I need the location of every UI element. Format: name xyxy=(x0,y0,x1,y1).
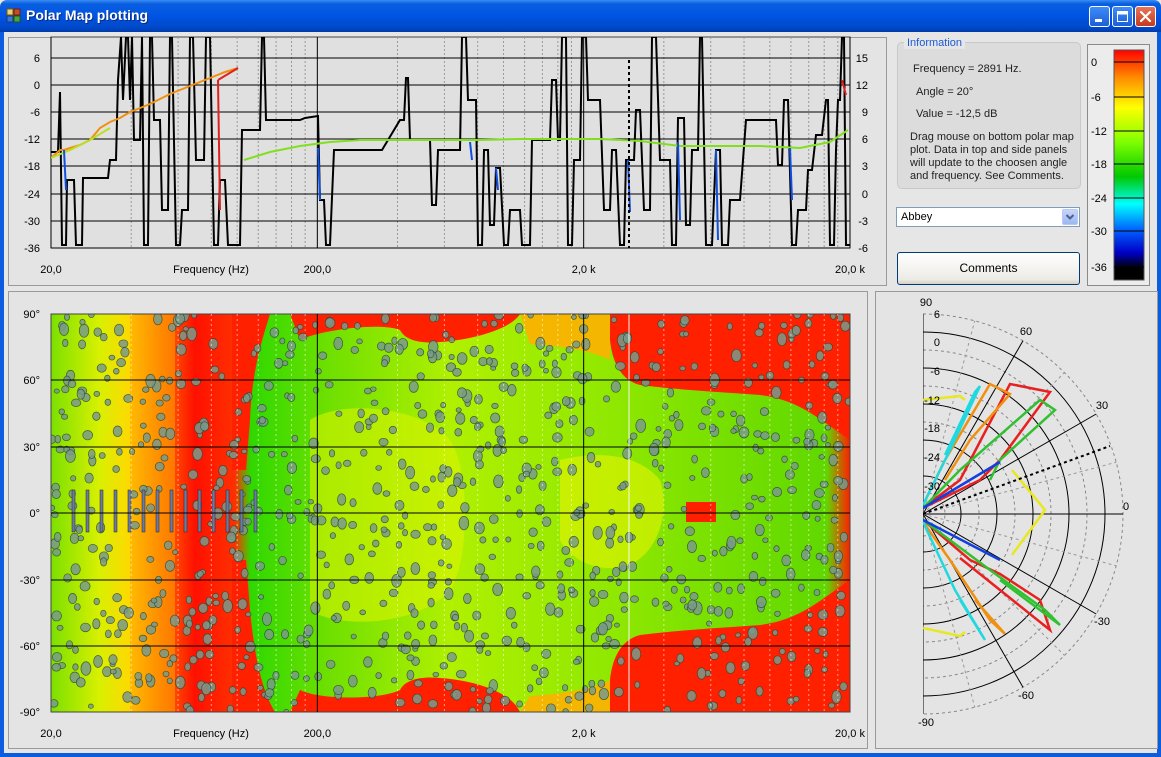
app-icon xyxy=(6,8,21,23)
value-readout: Value = -12,5 dB xyxy=(916,108,998,120)
close-icon xyxy=(1139,10,1152,23)
polar-plot-panel xyxy=(875,291,1158,749)
maximize-icon xyxy=(1117,11,1128,22)
room-select-value: Abbey xyxy=(901,211,933,223)
dropdown-button[interactable] xyxy=(1062,209,1078,225)
frequency-response-panel xyxy=(8,37,887,286)
comments-button[interactable]: Comments xyxy=(897,252,1080,285)
title-bar[interactable]: Polar Map plotting xyxy=(0,0,1161,32)
information-legend: Information xyxy=(904,37,966,49)
minimize-icon xyxy=(1095,19,1102,22)
angle-readout: Angle = 20° xyxy=(916,86,974,98)
frequency-readout: Frequency = 2891 Hz. xyxy=(913,63,1022,75)
help-text: Drag mouse on bottom polar map plot. Dat… xyxy=(910,131,1074,182)
maximize-button[interactable] xyxy=(1112,6,1133,27)
minimize-button[interactable] xyxy=(1089,6,1110,27)
room-select[interactable]: Abbey xyxy=(896,207,1080,227)
colorbar-panel xyxy=(1087,44,1150,286)
window-title: Polar Map plotting xyxy=(26,7,149,23)
polar-map-panel xyxy=(8,291,868,749)
close-button[interactable] xyxy=(1135,6,1156,27)
chevron-down-icon xyxy=(1065,214,1075,220)
